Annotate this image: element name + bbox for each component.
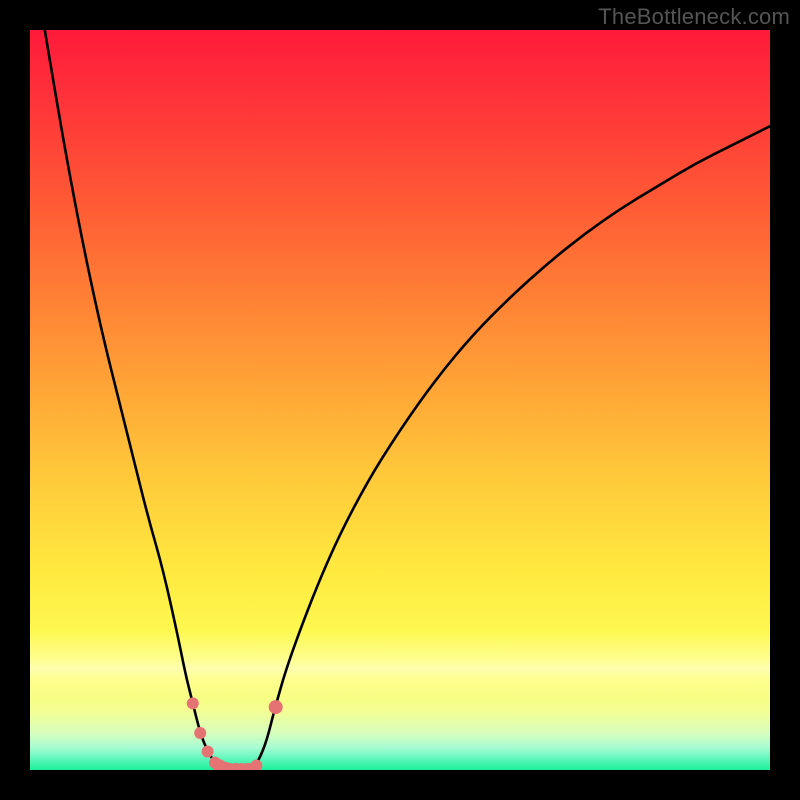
watermark-text: TheBottleneck.com	[598, 4, 790, 30]
curve-marker	[202, 746, 214, 758]
curve-marker	[250, 760, 262, 770]
curve-layer	[30, 30, 770, 770]
curve-marker	[194, 727, 206, 739]
bottleneck-curve	[45, 30, 770, 770]
curve-marker	[187, 697, 199, 709]
chart-frame: TheBottleneck.com	[0, 0, 800, 800]
plot-area	[30, 30, 770, 770]
curve-marker	[269, 700, 283, 714]
